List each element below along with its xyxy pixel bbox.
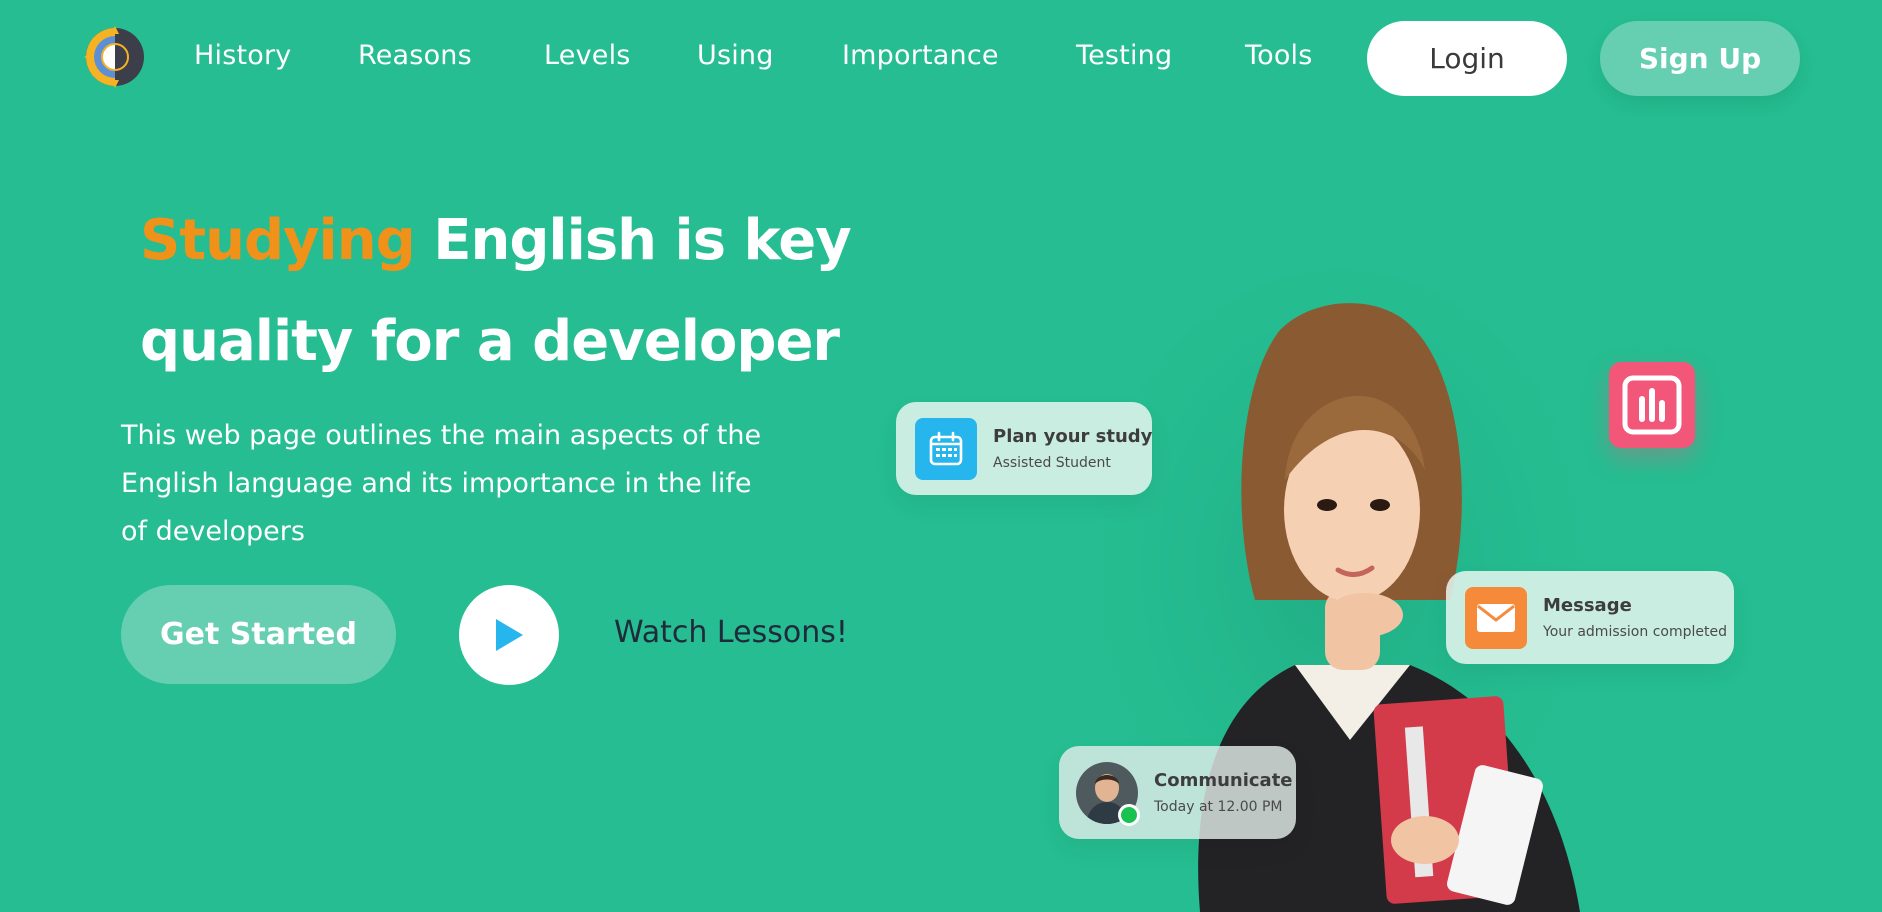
nav-link-testing[interactable]: Testing [1076, 40, 1172, 71]
nav-link-levels[interactable]: Levels [544, 40, 631, 71]
landing-page: History Reasons Levels Using Importance … [0, 0, 1882, 912]
calendar-icon [915, 417, 977, 480]
card-title: Message [1543, 595, 1632, 616]
signup-button[interactable]: Sign Up [1600, 21, 1800, 96]
login-button[interactable]: Login [1367, 21, 1567, 96]
nav-link-using[interactable]: Using [697, 40, 774, 71]
hero-headline: Studying English is key quality for a de… [140, 190, 860, 392]
hero-subtitle: This web page outlines the main aspects … [121, 420, 762, 547]
get-started-button[interactable]: Get Started [121, 585, 396, 684]
card-subtitle: Assisted Student [993, 455, 1111, 471]
avatar-wrap [1076, 761, 1140, 826]
card-title: Plan your study [993, 426, 1153, 447]
bar-chart-icon [1622, 375, 1682, 435]
stats-tile[interactable] [1609, 362, 1695, 448]
plan-study-card[interactable]: Plan your study Assisted Student [896, 402, 1152, 495]
play-icon [496, 619, 523, 651]
play-button[interactable] [459, 585, 559, 685]
card-subtitle: Your admission completed [1543, 624, 1727, 640]
online-status-dot [1118, 803, 1140, 826]
sun-moon-logo-icon[interactable] [84, 26, 146, 88]
envelope-icon [1465, 586, 1527, 649]
headline-accent: Studying [140, 208, 416, 273]
nav-link-history[interactable]: History [194, 40, 291, 71]
watch-lessons-link[interactable]: Watch Lessons! [614, 615, 848, 650]
message-card[interactable]: Message Your admission completed [1446, 571, 1734, 664]
communicate-card[interactable]: Communicate Today at 12.00 PM [1059, 746, 1296, 839]
card-subtitle: Today at 12.00 PM [1154, 799, 1283, 815]
nav-link-importance[interactable]: Importance [842, 40, 999, 71]
card-title: Communicate [1154, 770, 1293, 791]
nav-link-reasons[interactable]: Reasons [358, 40, 472, 71]
nav-link-tools[interactable]: Tools [1245, 40, 1313, 71]
